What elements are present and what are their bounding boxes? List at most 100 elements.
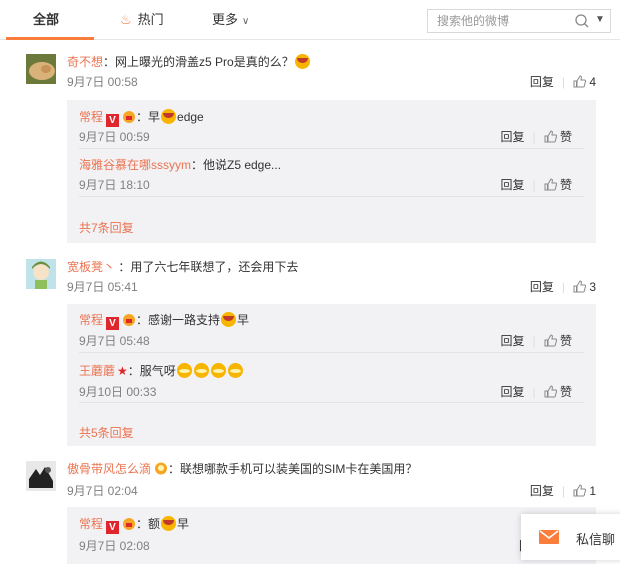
divider [79,196,584,197]
sub-reply-username[interactable]: 常程 [79,110,103,124]
sub-reply-text: ：他说Z5 edge... [191,158,282,172]
action-divider: | [532,130,536,144]
comment-time: 9月7日 00:58 [67,75,138,89]
like-label: 赞 [559,178,572,192]
sub-reply-content: 常程 V ：额 早 [79,516,189,534]
divider [79,402,584,403]
divider [79,148,584,149]
sub-reply-content: 常程 V ：早 edge [79,109,204,127]
search-box: ▼ [427,9,611,33]
verified-v-icon: V [106,521,120,534]
comment-content: 宽板凳丶 ：用了六七年联想了，还会用下去 [67,259,298,275]
search-dropdown-icon[interactable]: ▼ [595,14,605,25]
thumbs-up-icon[interactable] [544,130,557,143]
tab-more[interactable]: 更多 ∨ [212,0,249,40]
action-divider: | [532,334,536,348]
star-badge-icon: ★ [117,364,128,378]
verified-v-icon: V [106,317,120,330]
feed-tabbar: 全部 ♨ 热门 更多∨ ▼ [0,0,620,40]
thumbs-up-icon[interactable] [544,385,557,398]
more-replies-link[interactable]: 共7条回复 [79,219,134,236]
verified-v-icon: V [106,114,120,127]
reply-button[interactable]: 回复 [530,75,554,89]
thumbs-up-icon[interactable] [573,280,586,293]
sub-reply-actions: 回复 | 赞 [501,333,573,349]
tab-more-label: 更多 [212,12,239,27]
thumbs-up-icon[interactable] [544,334,557,347]
sub-reply-actions: 回复 | 赞 [501,177,573,193]
sub-reply-username[interactable]: 常程 [79,313,103,327]
avatar[interactable] [26,259,56,289]
sub-reply-box: 常程 V ：感谢一路支持 早 9月7日 05:48 回复 | 赞 王蘑蘑 ★：服气呀 9月… [67,304,596,446]
comment-time: 9月7日 02:04 [67,484,138,498]
comment-actions: 回复 | 4 [530,74,596,90]
crying-emoji-icon [210,363,226,378]
tab-hot-label: 热门 [137,12,164,27]
reply-button[interactable]: 回复 [530,484,554,498]
sub-reply-username[interactable]: 王蘑蘑 [79,364,115,378]
sub-reply-actions: 回复 | 赞 [501,384,573,400]
sub-reply-box: 常程 V ：早 edge 9月7日 00:59 回复 | 赞 海雅谷慕在哪sssyym：… [67,100,596,243]
chevron-down-icon: ∨ [242,16,250,27]
sub-reply-username[interactable]: 海雅谷慕在哪sssyym [79,158,191,172]
avatar[interactable] [26,54,56,84]
thumbs-up-icon[interactable] [573,75,586,88]
crying-emoji-icon [193,363,209,378]
tab-all[interactable]: 全部 [0,0,92,40]
sub-reply-text-tail: 早 [237,313,250,327]
reply-button[interactable]: 回复 [530,280,554,294]
avatar[interactable] [26,461,56,491]
sub-reply-time: 9月7日 02:08 [79,539,150,553]
sub-reply-username[interactable]: 常程 [79,517,103,531]
sub-reply-time: 9月7日 00:59 [79,130,150,144]
sub-reply-box: 常程V：额早 9月7日 02:08 回 [67,507,596,564]
private-message-label: 私信聊 [576,532,616,547]
tab-all-label: 全部 [32,12,59,27]
sub-reply-text-tail: 早 [177,517,190,531]
tab-hot[interactable]: ♨ 热门 [120,0,164,40]
reply-button[interactable]: 回复 [501,334,525,348]
comment-username[interactable]: 傲骨带风怎么滴 [67,462,151,476]
sub-reply-time: 9月10日 00:33 [79,385,157,399]
like-label: 赞 [559,130,572,144]
comment-text: ：网上曝光的滑盖z5 Pro是真的么？ [103,55,294,69]
more-replies-link[interactable]: 共5条回复 [79,424,134,441]
sub-reply-time: 9月7日 18:10 [79,178,150,192]
thumbs-up-icon[interactable] [573,484,586,497]
like-count: 1 [589,484,596,498]
laughing-emoji-icon [161,516,177,531]
laughing-emoji-icon [294,54,310,69]
envelope-icon [539,530,559,544]
fan-badge-icon [123,518,136,530]
sub-reply-actions: 回复 | 赞 [501,129,573,145]
fan-badge-icon [123,111,136,123]
sub-reply-text: ：额 [136,517,161,531]
sub-reply-text: ：服气呀 [127,364,176,378]
sub-reply-content: 王蘑蘑 ★：服气呀 [79,363,244,379]
private-message-panel[interactable]: 私信聊 [521,514,620,560]
search-input[interactable] [428,10,568,32]
fire-icon: ♨ [120,12,132,27]
sub-reply-content: 常程 V ：感谢一路支持 早 [79,312,249,330]
reply-button[interactable]: 回复 [501,130,525,144]
comment-username[interactable]: 宽板凳丶 [67,260,115,274]
comment-actions: 回复 | 3 [530,279,596,295]
reply-button[interactable]: 回复 [501,385,525,399]
sub-reply-text-tail: edge [177,110,204,124]
search-icon[interactable] [574,13,590,29]
comment-username[interactable]: 奇不想 [67,55,103,69]
thumbs-up-icon[interactable] [544,178,557,191]
action-divider: | [532,385,536,399]
fan-badge-icon [123,314,136,326]
member-badge-icon [155,462,168,475]
comment-content: 奇不想：网上曝光的滑盖z5 Pro是真的么？ [67,54,311,70]
laughing-emoji-icon [161,109,177,124]
sub-reply-content: 海雅谷慕在哪sssyym：他说Z5 edge... [79,157,281,173]
comment-text: ：用了六七年联想了，还会用下去 [115,260,299,274]
like-count: 4 [589,75,596,89]
action-divider: | [561,75,565,89]
sub-reply-text: ：感谢一路支持 [136,313,221,327]
like-count: 3 [589,280,596,294]
reply-button[interactable]: 回复 [501,178,525,192]
sub-reply-time: 9月7日 05:48 [79,334,150,348]
